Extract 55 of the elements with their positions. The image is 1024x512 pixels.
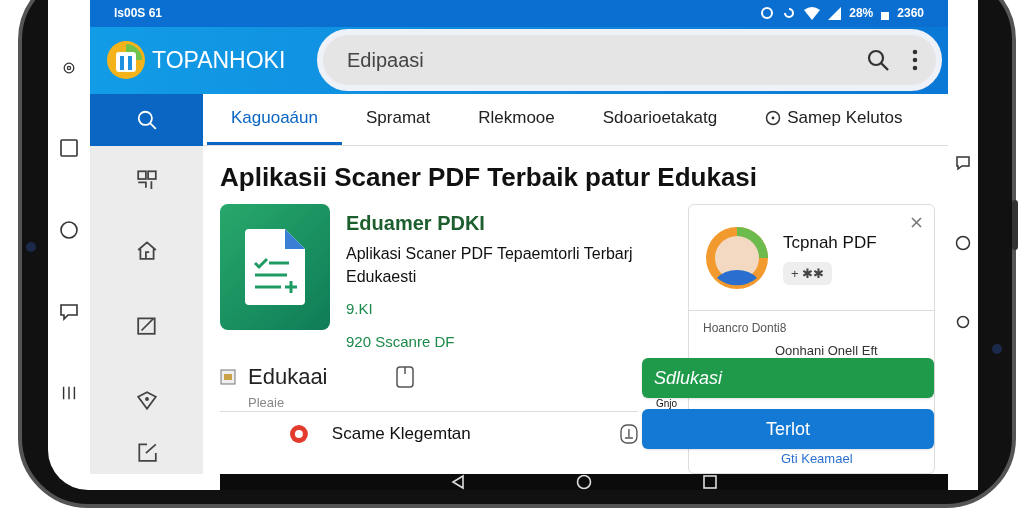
app-rating: 9.KI — [346, 299, 374, 319]
row-title: Edukaai — [248, 363, 329, 391]
status-text: ls00S 61 — [114, 5, 163, 23]
home-icon[interactable] — [576, 474, 592, 490]
clock-text: 2360 — [897, 5, 924, 23]
app-title[interactable]: Eduamer PDKI — [346, 208, 676, 238]
share-icon — [135, 441, 158, 463]
camera-icon — [26, 242, 36, 252]
list-item-text[interactable]: Gti Keamael — [781, 448, 934, 468]
comment-icon[interactable] — [955, 155, 971, 171]
avatar-icon — [705, 225, 769, 290]
section-label: Hoancro Donti8 — [703, 320, 788, 337]
page-heading: Aplikasii Scaner PDF Terbaik patur Edukasi — [219, 161, 759, 194]
profile-name: Tcpnah PDF — [783, 232, 877, 254]
row-subtitle: Pleaie — [248, 394, 285, 412]
tab[interactable]: Spramat — [342, 94, 455, 145]
target-icon — [288, 423, 310, 445]
download-icon[interactable] — [620, 424, 638, 444]
search-icon[interactable] — [866, 48, 890, 73]
logo-icon — [106, 40, 146, 81]
tab[interactable]: Sdoarioetakatg — [578, 94, 742, 145]
recents-icon[interactable] — [702, 474, 718, 490]
action-button[interactable]: Terlot — [642, 409, 934, 449]
tab[interactable]: Rlekmooe — [454, 94, 579, 145]
sync-icon — [782, 6, 797, 21]
tab[interactable]: Samep Kelutos — [741, 94, 927, 145]
info-icon — [765, 110, 782, 126]
comment-icon[interactable] — [59, 302, 79, 322]
circle-icon[interactable] — [59, 220, 79, 240]
more-icon[interactable] — [912, 49, 918, 72]
mouse-icon[interactable] — [396, 365, 414, 388]
camera-icon — [992, 344, 1002, 354]
app-description: Aplikasi Scaner PDF Tepaemtorli Terbarj Edukaesti — [346, 244, 634, 287]
back-icon[interactable] — [450, 474, 466, 490]
search-field[interactable]: Edipaasi — [317, 29, 942, 92]
download-count: 920 Sscanre DF — [346, 331, 456, 352]
row-title: Scame Klegemtan — [331, 423, 472, 446]
signal-icon — [828, 6, 842, 20]
square-icon[interactable] — [59, 138, 79, 158]
action-button[interactable]: Sdlukasi — [642, 358, 934, 398]
menu-icon[interactable] — [60, 384, 78, 402]
note-text: Gnjo — [656, 398, 679, 409]
close-icon[interactable] — [911, 217, 922, 228]
tab[interactable]: Kaguoaáun — [207, 94, 342, 145]
circle-icon[interactable] — [956, 315, 970, 329]
list-item-text[interactable]: Oonhani Onell Eft — [775, 341, 934, 361]
app-icon[interactable] — [220, 204, 330, 330]
grid-icon — [135, 168, 158, 190]
alarm-icon — [760, 6, 775, 21]
search-icon — [135, 109, 158, 131]
battery-text: 28% — [849, 5, 874, 23]
circle-icon[interactable] — [955, 235, 971, 251]
brand-name: TOPANHOKI — [152, 46, 287, 76]
wifi-icon — [804, 6, 821, 20]
profile-badge: + ✱✱ — [783, 261, 833, 285]
